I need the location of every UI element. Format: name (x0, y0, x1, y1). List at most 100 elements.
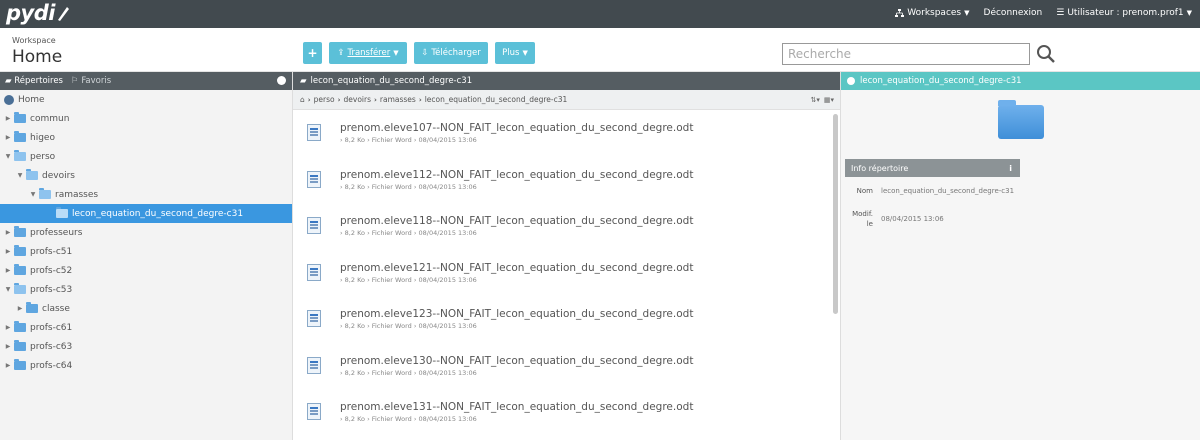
file-list-panel: ▰ lecon_equation_du_second_degre-c31 ⌂ ›… (293, 72, 841, 440)
folder-icon (14, 226, 26, 237)
logout-link[interactable]: Déconnexion (984, 8, 1043, 18)
expand-arrow-icon[interactable]: ▶ (4, 134, 12, 141)
folder-open-icon (26, 169, 38, 180)
scrollbar[interactable] (833, 114, 838, 314)
collapse-arrow-icon[interactable]: ▼ (16, 172, 24, 179)
bookmark-icon: ⚐ (70, 76, 79, 86)
file-meta: › 8,2 Ko › Fichier Word › 08/04/2015 13:… (340, 322, 477, 330)
more-button[interactable]: Plus ▼ (495, 42, 535, 64)
right-panel-header: lecon_equation_du_second_degre-c31 (841, 72, 1200, 90)
file-meta: › 8,2 Ko › Fichier Word › 08/04/2015 13:… (340, 275, 477, 284)
workspace-label: Workspace (12, 36, 56, 45)
sort-icon[interactable]: ⇅▾ (810, 96, 819, 104)
tree-item-commun[interactable]: ▶ commun (0, 109, 292, 128)
tree-item-profs-c52[interactable]: ▶ profs-c52 (0, 261, 292, 280)
folder-icon (14, 264, 26, 275)
document-icon (307, 124, 321, 141)
tree-item-ramasses[interactable]: ▼ ramasses (0, 185, 292, 204)
breadcrumb-item[interactable]: ramasses (380, 95, 416, 104)
file-row[interactable]: prenom.eleve107--NON_FAIT_lecon_equation… (293, 110, 840, 157)
tree-item-profs-c63[interactable]: ▶ profs-c63 (0, 337, 292, 356)
file-name: prenom.eleve107--NON_FAIT_lecon_equation… (340, 122, 694, 134)
caret-down-icon: ▼ (964, 9, 970, 17)
tree-item-perso[interactable]: ▼ perso (0, 147, 292, 166)
collapse-arrow-icon[interactable]: ▼ (29, 191, 37, 198)
folders-tab[interactable]: ▰ Répertoires (5, 76, 63, 86)
folder-icon (14, 340, 26, 351)
folder-tree-panel: ▰ Répertoires ⚐ Favoris Home ▶ commun ▶ … (0, 72, 293, 440)
document-icon (307, 403, 321, 420)
tree-item-lecon-selected[interactable]: lecon_equation_du_second_degre-c31 (0, 204, 292, 223)
collapse-arrow-icon[interactable]: ▼ (4, 286, 12, 293)
file-row[interactable]: prenom.eleve118--NON_FAIT_lecon_equation… (293, 203, 840, 250)
logo-pen-icon (57, 7, 69, 21)
tree-item-profs-c64[interactable]: ▶ profs-c64 (0, 356, 292, 375)
breadcrumb-item[interactable]: perso (314, 95, 335, 104)
collapse-arrow-icon[interactable]: ▼ (4, 153, 12, 160)
workspaces-menu[interactable]: Workspaces ▼ (895, 8, 970, 18)
file-meta: › 8,2 Ko › Fichier Word › 08/04/2015 13:… (340, 415, 477, 423)
file-row[interactable]: prenom.eleve131--NON_FAIT_lecon_equation… (293, 389, 840, 436)
file-meta: › 8,2 Ko › Fichier Word › 08/04/2015 13:… (340, 182, 477, 191)
breadcrumb-item[interactable]: lecon_equation_du_second_degre-c31 (425, 95, 568, 104)
info-circle-icon (847, 77, 855, 85)
file-row[interactable]: prenom.eleve123--NON_FAIT_lecon_equation… (293, 296, 840, 343)
folder-tree: Home ▶ commun ▶ higeo ▼ perso ▼ devoirs … (0, 90, 292, 375)
top-nav: Workspaces ▼ Déconnexion ☰ Utilisateur :… (895, 8, 1192, 18)
upload-button[interactable]: ⇪ Transférer ▼ (329, 42, 407, 64)
breadcrumb-item[interactable]: devoirs (344, 95, 371, 104)
workspace-title: Home (12, 47, 63, 67)
download-button[interactable]: ⇩ Télécharger (414, 42, 488, 64)
document-icon (307, 263, 321, 281)
settings-icon[interactable] (277, 76, 286, 85)
file-name: prenom.eleve130--NON_FAIT_lecon_equation… (340, 354, 694, 367)
home-icon (4, 94, 14, 105)
expand-arrow-icon[interactable]: ▶ (16, 305, 24, 312)
info-icon[interactable]: i (1009, 164, 1012, 173)
file-name: prenom.eleve131--NON_FAIT_lecon_equation… (340, 401, 694, 413)
tree-item-classe[interactable]: ▶ classe (0, 299, 292, 318)
expand-arrow-icon[interactable]: ▶ (4, 248, 12, 255)
chevron-right-icon: › (418, 95, 422, 104)
download-icon: ⇩ (421, 48, 429, 58)
folder-icon: ▰ (5, 76, 12, 86)
folder-icon (14, 112, 26, 123)
tree-item-home[interactable]: Home (0, 90, 292, 109)
caret-down-icon: ▼ (393, 49, 399, 57)
file-meta: › 8,2 Ko › Fichier Word › 08/04/2015 13:… (340, 136, 477, 144)
home-icon[interactable]: ⌂ (300, 95, 305, 104)
expand-arrow-icon[interactable]: ▶ (4, 362, 12, 369)
pydio-logo[interactable]: pydi (6, 1, 70, 25)
expand-arrow-icon[interactable]: ▶ (4, 115, 12, 122)
expand-arrow-icon[interactable]: ▶ (4, 324, 12, 331)
chevron-right-icon: › (337, 95, 341, 104)
grid-view-icon[interactable]: ▦▾ (824, 96, 834, 104)
tree-item-profs-c61[interactable]: ▶ profs-c61 (0, 318, 292, 337)
tree-item-devoirs[interactable]: ▼ devoirs (0, 166, 292, 185)
tree-item-professeurs[interactable]: ▶ professeurs (0, 223, 292, 242)
document-icon (307, 356, 321, 374)
tree-item-profs-c53[interactable]: ▼ profs-c53 (0, 280, 292, 299)
favorites-tab[interactable]: ⚐ Favoris (71, 76, 111, 86)
file-row[interactable]: prenom.eleve121--NON_FAIT_lecon_equation… (293, 250, 840, 297)
folder-icon: ▰ (300, 76, 307, 86)
search-input[interactable]: Recherche (782, 43, 1030, 65)
left-panel-header: ▰ Répertoires ⚐ Favoris (0, 72, 292, 90)
search-icon[interactable] (1036, 44, 1056, 64)
expand-arrow-icon[interactable]: ▶ (4, 267, 12, 274)
file-row[interactable]: prenom.eleve112--NON_FAIT_lecon_equation… (293, 157, 840, 204)
tree-item-higeo[interactable]: ▶ higeo (0, 128, 292, 147)
tree-item-profs-c51[interactable]: ▶ profs-c51 (0, 242, 292, 261)
file-row[interactable]: prenom.eleve130--NON_FAIT_lecon_equation… (293, 343, 840, 390)
folder-open-icon (14, 283, 26, 294)
folder-open-icon (14, 150, 26, 161)
modified-value: 08/04/2015 13:06 (881, 215, 944, 223)
expand-arrow-icon[interactable]: ▶ (4, 229, 12, 236)
add-button[interactable]: + (303, 42, 322, 64)
file-name: prenom.eleve118--NON_FAIT_lecon_equation… (340, 215, 694, 227)
folder-icon (14, 131, 26, 142)
user-menu[interactable]: ☰ Utilisateur : prenom.prof1 ▼ (1056, 8, 1192, 18)
expand-arrow-icon[interactable]: ▶ (4, 343, 12, 350)
sitemap-icon (895, 9, 905, 17)
top-bar: pydi Workspaces ▼ Déconnexion ☰ Utilisat… (0, 0, 1200, 28)
